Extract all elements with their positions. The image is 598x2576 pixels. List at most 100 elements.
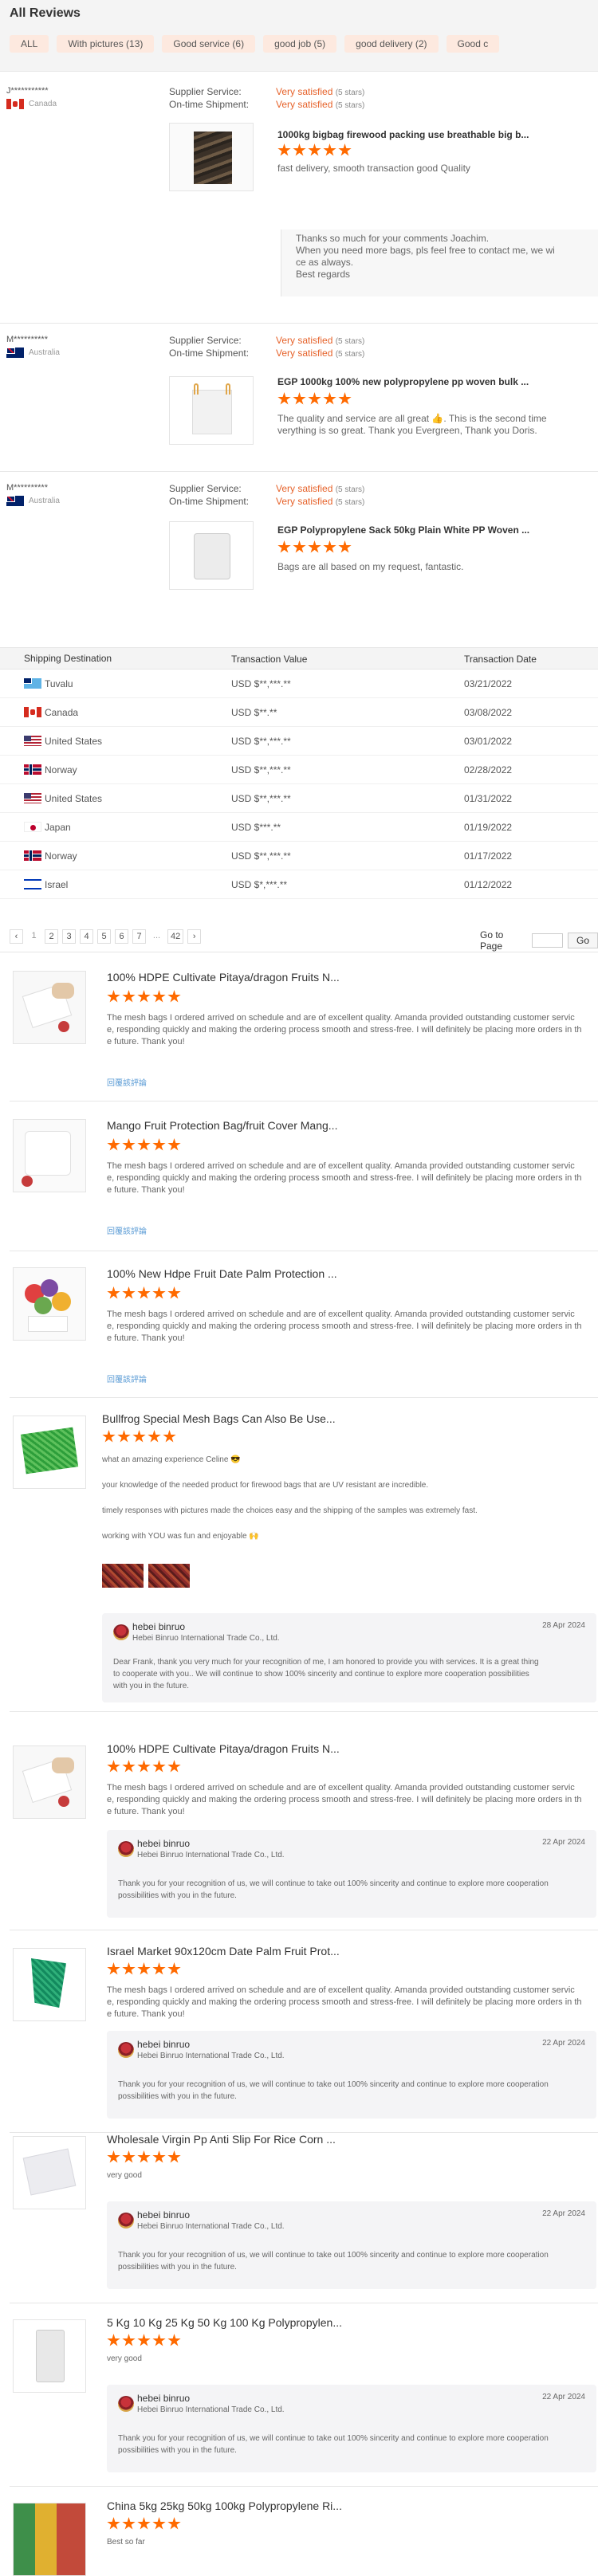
product-thumbnail[interactable] <box>13 2319 86 2393</box>
review-text: The mesh bags I ordered arrived on sched… <box>107 1782 595 1818</box>
page-7[interactable]: 7 <box>132 929 146 944</box>
product-title[interactable]: 1000kg bigbag firewood packing use breat… <box>277 129 529 140</box>
star-icon <box>107 2517 120 2530</box>
product-title[interactable]: Mango Fruit Protection Bag/fruit Cover M… <box>107 1119 337 1132</box>
supplier-service-stars: (5 stars) <box>335 337 365 346</box>
reply-line: with you in the future. <box>113 1682 190 1690</box>
product-review: Israel Market 90x120cm Date Palm Fruit P… <box>10 1938 598 2133</box>
transaction-date: 03/01/2022 <box>464 736 513 747</box>
table-row: Norway USD $**,***.** 01/17/2022 <box>0 842 598 870</box>
product-thumbnail[interactable] <box>169 376 254 445</box>
supplier-avatar <box>118 1841 134 1857</box>
filter-good-delivery[interactable]: good delivery (2) <box>344 35 439 53</box>
review-text: The mesh bags I ordered arrived on sched… <box>107 1160 595 1196</box>
product-thumbnail[interactable] <box>13 971 86 1044</box>
reply-text: Thank you for your recognition of us, we… <box>118 2433 572 2456</box>
star-icon <box>167 1760 181 1773</box>
rating-stars <box>107 1286 181 1300</box>
reply-line: Dear Frank, thank you very much for your… <box>113 1658 539 1667</box>
product-title[interactable]: EGP Polypropylene Sack 50kg Plain White … <box>277 524 529 536</box>
rating-stars <box>277 143 352 157</box>
review-text-line: what an amazing experience Celine 😎 <box>102 1455 241 1464</box>
product-thumbnail[interactable] <box>13 1119 86 1192</box>
go-button[interactable]: Go <box>567 933 598 948</box>
page-1[interactable]: 1 <box>27 929 41 944</box>
review-photo[interactable] <box>148 1564 190 1588</box>
goto-page-input[interactable] <box>532 933 563 948</box>
product-title[interactable]: Wholesale Virgin Pp Anti Slip For Rice C… <box>107 2133 336 2146</box>
product-title[interactable]: 100% New Hdpe Fruit Date Palm Protection… <box>107 1267 337 1280</box>
destination: Israel <box>45 878 69 890</box>
page-3[interactable]: 3 <box>62 929 76 944</box>
supplier-service-stars: (5 stars) <box>335 88 365 97</box>
product-thumbnail[interactable] <box>169 123 254 191</box>
product-thumbnail[interactable] <box>13 2136 86 2209</box>
next-page-button[interactable]: › <box>187 929 202 944</box>
rating-stars <box>107 2334 181 2347</box>
star-icon <box>137 2150 151 2163</box>
reply-date: 22 Apr 2024 <box>542 2039 585 2048</box>
reviewer-info: M********** Australia <box>6 483 60 506</box>
product-title[interactable]: EGP 1000kg 100% new polypropylene pp wov… <box>277 376 529 387</box>
supplier-review: J*********** Canada Supplier Service: Ver… <box>0 77 598 324</box>
filter-bar: ALL With pictures (13) Good service (6) … <box>10 35 588 53</box>
tuvalu-flag-icon <box>24 678 41 689</box>
supplier-review: M********** Australia Supplier Service: V… <box>0 473 598 617</box>
reply-to-review-link[interactable]: 回覆該評論 <box>107 1224 147 1236</box>
star-icon <box>137 1760 151 1773</box>
page-2[interactable]: 2 <box>45 929 58 944</box>
filter-good-c[interactable]: Good c <box>446 35 500 53</box>
star-icon <box>338 143 352 156</box>
supplier-service-value: Very satisfied <box>276 86 333 97</box>
page-5[interactable]: 5 <box>97 929 111 944</box>
product-review: Bullfrog Special Mesh Bags Can Also Be U… <box>10 1406 598 1712</box>
country-name: Canada <box>29 100 57 108</box>
product-title[interactable]: 100% HDPE Cultivate Pitaya/dragon Fruits… <box>107 971 340 984</box>
star-icon <box>167 1286 181 1299</box>
product-title[interactable]: Bullfrog Special Mesh Bags Can Also Be U… <box>102 1412 336 1425</box>
product-thumbnail[interactable] <box>13 1267 86 1341</box>
replier-name: hebei binruo <box>137 2209 191 2221</box>
product-title[interactable]: China 5kg 25kg 50kg 100kg Polypropylene … <box>107 2499 342 2512</box>
product-title[interactable]: 5 Kg 10 Kg 25 Kg 50 Kg 100 Kg Polypropyl… <box>107 2316 342 2329</box>
star-icon <box>122 1138 136 1151</box>
page-6[interactable]: 6 <box>115 929 128 944</box>
star-icon <box>167 2334 181 2346</box>
star-icon <box>323 392 336 405</box>
product-thumbnail[interactable] <box>169 521 254 590</box>
review-text-line: The mesh bags I ordered arrived on sched… <box>107 1161 575 1171</box>
product-thumbnail[interactable] <box>13 1745 86 1819</box>
filter-good-service[interactable]: Good service (6) <box>162 35 256 53</box>
review-text: The mesh bags I ordered arrived on sched… <box>107 1012 595 1048</box>
transaction-date: 03/21/2022 <box>464 678 513 689</box>
review-photo[interactable] <box>102 1564 144 1588</box>
filter-good-job[interactable]: good job (5) <box>263 35 337 53</box>
reply-line: possibilities with you in the future. <box>118 2092 237 2101</box>
product-thumbnail[interactable] <box>13 2503 86 2576</box>
product-title[interactable]: Israel Market 90x120cm Date Palm Fruit P… <box>107 1945 340 1958</box>
reply-to-review-link[interactable]: 回覆該評論 <box>107 1372 147 1384</box>
star-icon <box>137 2334 151 2346</box>
rating-stars <box>102 1430 176 1443</box>
product-thumbnail[interactable] <box>13 1416 86 1489</box>
review-text-line: The mesh bags I ordered arrived on sched… <box>107 1310 575 1319</box>
reply-to-review-link[interactable]: 回覆該評論 <box>107 1076 147 1088</box>
star-icon <box>122 2334 136 2346</box>
supplier-reply: hebei binruo Hebei Binruo International … <box>107 2031 596 2119</box>
replier-name: hebei binruo <box>137 2039 191 2050</box>
product-thumbnail[interactable] <box>13 1948 86 2021</box>
page-4[interactable]: 4 <box>80 929 93 944</box>
column-header: Transaction Value <box>231 654 308 665</box>
page-42[interactable]: 42 <box>167 929 184 944</box>
table-row: Israel USD $*,***.** 01/12/2022 <box>0 870 598 899</box>
filter-all[interactable]: ALL <box>10 35 49 53</box>
review-text: fast delivery, smooth transaction good Q… <box>277 163 470 174</box>
filter-with-pictures[interactable]: With pictures (13) <box>57 35 155 53</box>
review-text-line: e future. Thank you! <box>107 1037 185 1046</box>
reply-date: 28 Apr 2024 <box>542 1621 585 1630</box>
prev-page-button[interactable]: ‹ <box>10 929 23 944</box>
reply-text: Thank you for your recognition of us, we… <box>118 1878 572 1902</box>
reply-line: possibilities with you in the future. <box>118 2263 237 2272</box>
table-row: United States USD $**,***.** 01/31/2022 <box>0 784 598 813</box>
product-title[interactable]: 100% HDPE Cultivate Pitaya/dragon Fruits… <box>107 1742 340 1755</box>
